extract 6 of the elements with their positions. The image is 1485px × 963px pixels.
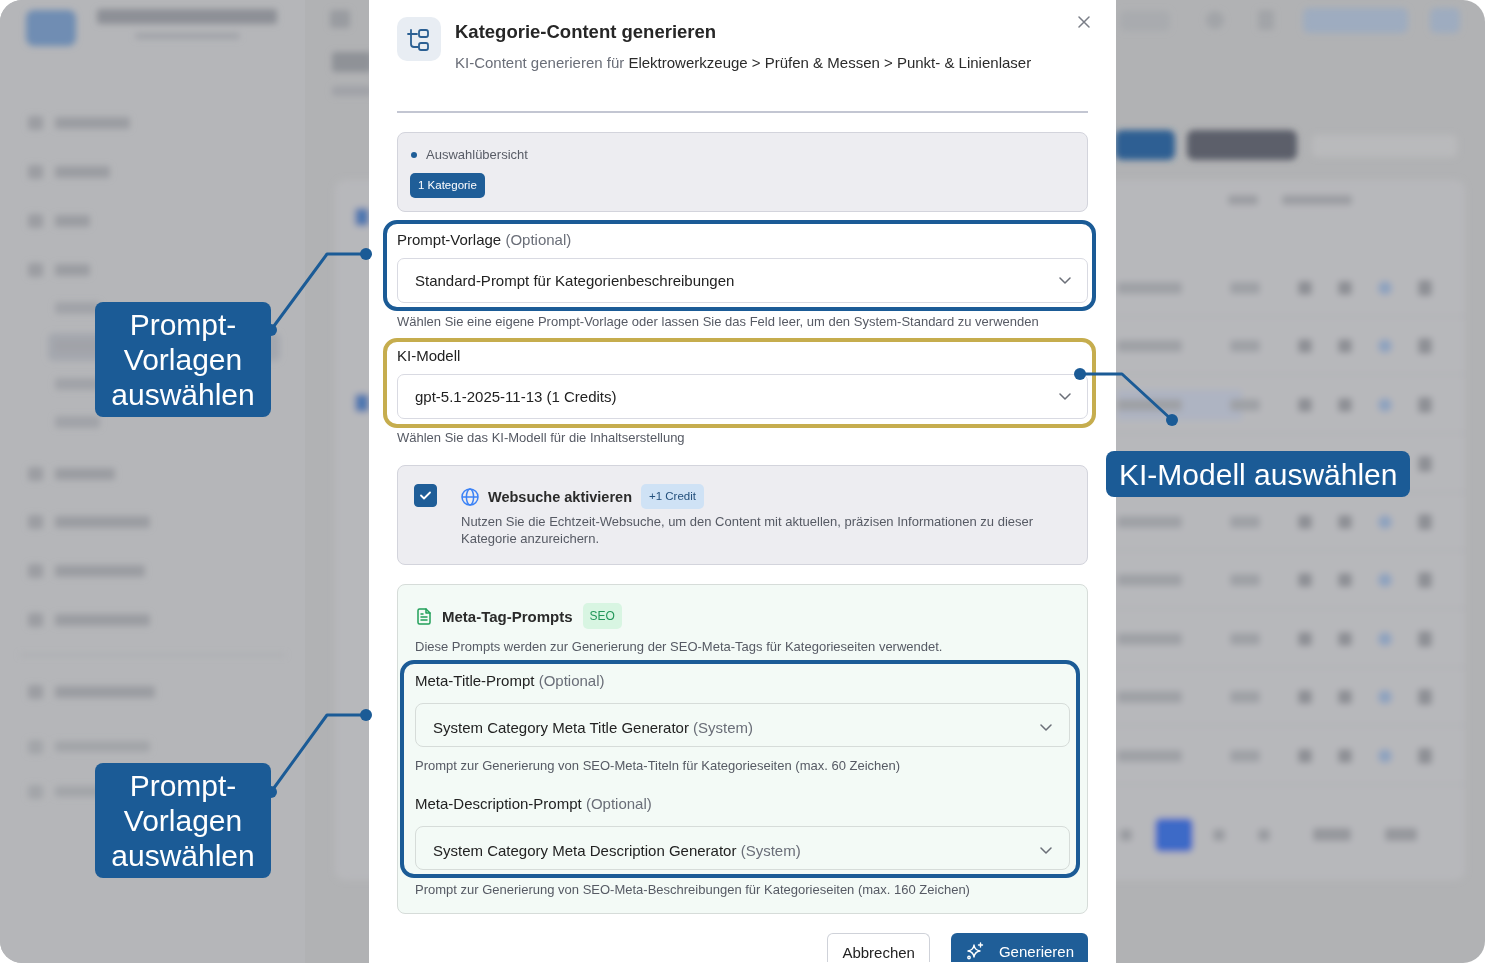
- cancel-button[interactable]: Abbrechen: [827, 933, 930, 962]
- callout-label: Prompt-Vorlagen auswählen: [95, 302, 271, 417]
- callout-label: Prompt-Vorlagen auswählen: [95, 763, 271, 878]
- help-text: Prompt zur Generierung von SEO-Meta-Beschreibungen für Kategorieseiten (max. 160 Zeichen): [415, 881, 971, 899]
- generate-button[interactable]: Generieren: [950, 933, 1088, 962]
- sparkles-icon: [965, 942, 984, 960]
